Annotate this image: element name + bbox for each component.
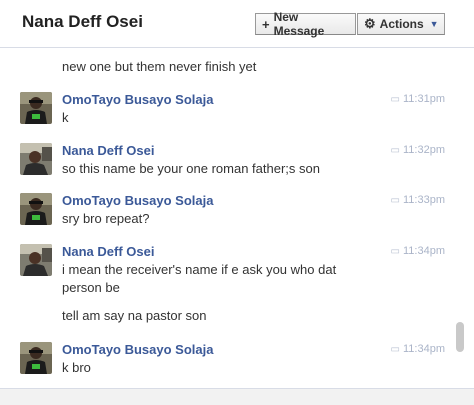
message-timestamp: ▭ 11:31pm bbox=[390, 93, 445, 105]
avatar[interactable] bbox=[20, 143, 52, 175]
message-text: k bbox=[62, 110, 69, 125]
message-author[interactable]: OmoTayo Busayo Solaja bbox=[62, 342, 213, 357]
message-item: OmoTayo Busayo Solaja ▭ 11:31pm k bbox=[0, 92, 455, 132]
chat-bubble-icon: ▭ bbox=[390, 93, 400, 105]
chat-bubble-icon: ▭ bbox=[390, 343, 400, 355]
message-text: person be bbox=[62, 280, 120, 295]
message-item: Nana Deff Osei ▭ 11:34pm i mean the rece… bbox=[0, 244, 455, 334]
message-item: Nana Deff Osei ▭ 11:32pm so this name be… bbox=[0, 143, 455, 183]
message-text: i mean the receiver's name if e ask you … bbox=[62, 262, 337, 277]
message-text: tell am say na pastor son bbox=[62, 308, 207, 323]
message-timestamp: ▭ 11:34pm bbox=[390, 343, 445, 355]
message-author[interactable]: OmoTayo Busayo Solaja bbox=[62, 193, 213, 208]
message-item: OmoTayo Busayo Solaja ▭ 11:33pm sry bro … bbox=[0, 193, 455, 233]
chat-bubble-icon: ▭ bbox=[390, 194, 400, 206]
new-message-button[interactable]: + New Message bbox=[255, 10, 356, 38]
message-text: sry bro repeat? bbox=[62, 211, 150, 226]
message-text: k bro bbox=[62, 360, 91, 375]
partial-message: new one but them never finish yet bbox=[62, 58, 256, 76]
scrollbar[interactable] bbox=[456, 322, 464, 352]
message-author[interactable]: Nana Deff Osei bbox=[62, 143, 154, 158]
avatar[interactable] bbox=[20, 92, 52, 124]
avatar[interactable] bbox=[20, 244, 52, 276]
message-text: so this name be your one roman father;s … bbox=[62, 161, 320, 176]
gear-icon: ⚙ bbox=[364, 16, 376, 31]
chat-bubble-icon: ▭ bbox=[390, 245, 400, 257]
message-timestamp: ▭ 11:34pm bbox=[390, 245, 445, 257]
chat-bubble-icon: ▭ bbox=[390, 144, 400, 156]
avatar[interactable] bbox=[20, 193, 52, 225]
message-author[interactable]: Nana Deff Osei bbox=[62, 244, 154, 259]
actions-label: Actions bbox=[379, 17, 424, 31]
message-list[interactable]: new one but them never finish yet OmoTay… bbox=[0, 48, 474, 388]
chevron-down-icon: ▼ bbox=[429, 19, 439, 29]
avatar[interactable] bbox=[20, 342, 52, 374]
plus-icon: + bbox=[262, 16, 270, 32]
conversation-title: Nana Deff Osei bbox=[22, 12, 143, 31]
message-timestamp: ▭ 11:32pm bbox=[390, 144, 445, 156]
new-message-label: New Message bbox=[273, 10, 325, 38]
reply-area[interactable] bbox=[0, 389, 474, 405]
message-author[interactable]: OmoTayo Busayo Solaja bbox=[62, 92, 213, 107]
message-item: OmoTayo Busayo Solaja ▭ 11:34pm k bro bbox=[0, 342, 455, 382]
conversation-header: Nana Deff Osei + New Message ⚙ Actions ▼ bbox=[0, 0, 474, 48]
message-timestamp: ▭ 11:33pm bbox=[390, 194, 445, 206]
actions-button[interactable]: ⚙ Actions ▼ bbox=[357, 13, 445, 35]
message-text: new one but them never finish yet bbox=[62, 59, 257, 74]
